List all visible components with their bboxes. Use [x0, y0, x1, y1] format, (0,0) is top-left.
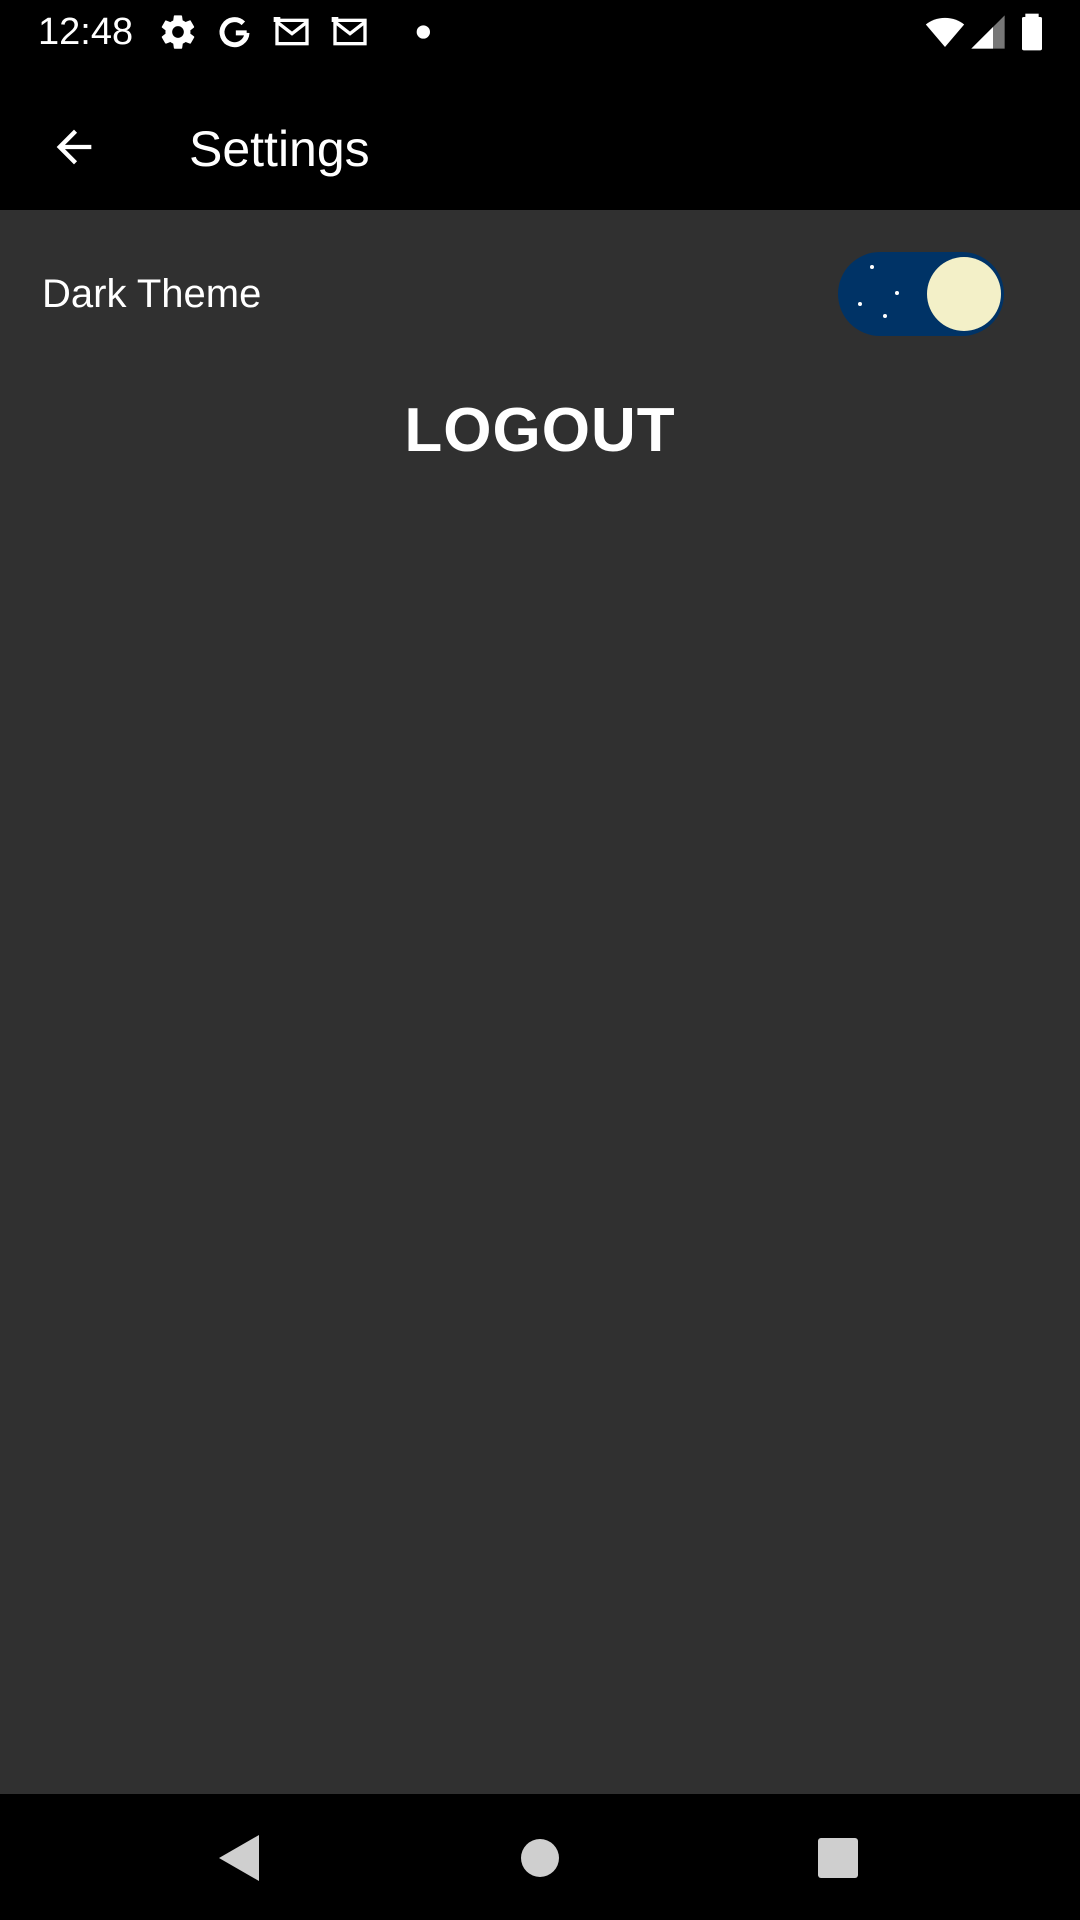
status-time: 12:48 [38, 11, 134, 53]
gear-icon [158, 12, 198, 52]
gmail-icon [330, 12, 370, 52]
back-button[interactable] [30, 103, 118, 191]
recents-square-icon [818, 1838, 858, 1878]
app-bar: Settings [0, 63, 1080, 210]
star-icon [858, 302, 862, 306]
system-nav-bar [0, 1794, 1080, 1920]
gmail-icon [272, 12, 312, 52]
signal-icon [968, 12, 1008, 52]
nav-home-button[interactable] [496, 1814, 584, 1902]
page-title: Settings [189, 121, 370, 177]
home-circle-icon [521, 1839, 559, 1877]
logout-button[interactable]: LOGOUT [340, 370, 740, 490]
moon-knob-icon [927, 257, 1001, 331]
arrow-back-icon [56, 129, 92, 165]
star-icon [870, 265, 874, 269]
dark-theme-row[interactable]: Dark Theme [0, 230, 1080, 360]
back-triangle-icon [219, 1835, 259, 1881]
dark-theme-toggle[interactable] [838, 252, 1004, 336]
star-icon [895, 291, 899, 295]
star-icon [883, 314, 887, 318]
nav-recents-button[interactable] [794, 1814, 882, 1902]
google-icon [215, 12, 255, 52]
status-bar: 12:48 [0, 0, 1080, 63]
wifi-icon [922, 12, 968, 52]
nav-back-button[interactable] [194, 1814, 282, 1902]
dot-icon [390, 12, 430, 52]
settings-content: Dark Theme LOGOUT [0, 210, 1080, 1794]
battery-icon [1012, 12, 1052, 52]
dark-theme-label: Dark Theme [42, 272, 262, 316]
